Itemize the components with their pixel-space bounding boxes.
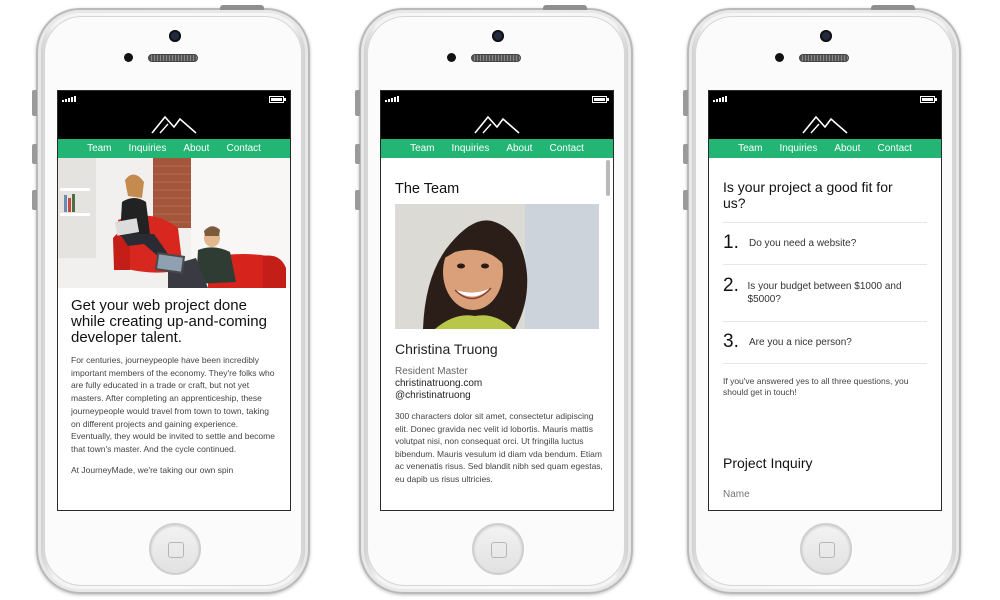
main-nav: Team Inquiries About Contact — [58, 139, 290, 158]
hero-photo — [58, 158, 290, 288]
question-text: Is your budget between $1000 and $5000? — [747, 281, 902, 305]
signal-bars-icon — [385, 96, 399, 102]
power-button — [871, 5, 915, 10]
nav-contact[interactable]: Contact — [877, 143, 911, 154]
home-button[interactable] — [800, 523, 852, 575]
nav-team[interactable]: Team — [410, 143, 434, 154]
nav-inquiries[interactable]: Inquiries — [452, 143, 490, 154]
nav-team[interactable]: Team — [738, 143, 762, 154]
battery-icon — [920, 96, 937, 103]
question-number: 1. — [723, 232, 739, 253]
team-member-website-link[interactable]: christinatruong.com — [395, 378, 613, 389]
proximity-sensor — [124, 53, 133, 62]
team-member-twitter-link[interactable]: @christinatruong — [395, 390, 613, 401]
question-number: 2. — [723, 275, 739, 296]
volume-up-button — [32, 144, 37, 164]
list-item: 2. Is your budget between $1000 and $500… — [723, 265, 927, 322]
mute-switch — [683, 90, 688, 116]
screen-home: Team Inquiries About Contact Get your we… — [57, 90, 291, 511]
question-text: Are you a nice person? — [749, 337, 852, 348]
screen-team: Team Inquiries About Contact The Team Ch… — [380, 90, 614, 511]
nav-inquiries[interactable]: Inquiries — [780, 143, 818, 154]
qualifier-title: Is your project a good fit for us? — [723, 179, 893, 211]
signal-bars-icon — [62, 96, 76, 102]
page-title: The Team — [395, 181, 460, 197]
nav-about[interactable]: About — [183, 143, 209, 154]
question-text: Do you need a website? — [749, 238, 857, 249]
front-camera — [169, 30, 181, 42]
mountain-logo-icon[interactable] — [474, 114, 520, 134]
earpiece-speaker — [471, 54, 521, 62]
signal-bars-icon — [713, 96, 727, 102]
earpiece-speaker — [799, 54, 849, 62]
intro-paragraph-2: At JourneyMade, we're taking our own spi… — [71, 464, 234, 475]
scrollbar[interactable] — [606, 160, 610, 196]
inquiry-form-title: Project Inquiry — [723, 455, 813, 471]
qualifier-note: If you've answered yes to all three ques… — [723, 376, 909, 397]
main-nav: Team Inquiries About Contact — [709, 139, 941, 158]
battery-icon — [269, 96, 286, 103]
list-item: 1. Do you need a website? — [723, 223, 927, 265]
status-bar — [709, 91, 941, 108]
nav-inquiries[interactable]: Inquiries — [129, 143, 167, 154]
home-button[interactable] — [149, 523, 201, 575]
team-member-photo — [395, 204, 599, 329]
site-header — [58, 108, 290, 139]
home-content: Get your web project done while creating… — [58, 158, 290, 510]
nav-contact[interactable]: Contact — [226, 143, 260, 154]
nav-contact[interactable]: Contact — [549, 143, 583, 154]
earpiece-speaker — [148, 54, 198, 62]
phone-inquiries: Team Inquiries About Contact Is your pro… — [683, 5, 961, 594]
nav-team[interactable]: Team — [87, 143, 111, 154]
proximity-sensor — [447, 53, 456, 62]
volume-up-button — [683, 144, 688, 164]
mute-switch — [32, 90, 37, 116]
list-item: 3. Are you a nice person? — [723, 322, 927, 364]
proximity-sensor — [775, 53, 784, 62]
volume-up-button — [355, 144, 360, 164]
team-content: The Team Christina Truong Resident Maste… — [381, 158, 613, 510]
inquiry-content: Is your project a good fit for us? 1. Do… — [709, 158, 941, 510]
battery-icon — [592, 96, 609, 103]
status-bar — [381, 91, 613, 108]
home-button[interactable] — [472, 523, 524, 575]
volume-down-button — [32, 190, 37, 210]
qualifier-list: 1. Do you need a website? 2. Is your bud… — [723, 222, 927, 364]
hero-headline: Get your web project done while creating… — [71, 297, 267, 346]
phone-team: Team Inquiries About Contact The Team Ch… — [355, 5, 633, 594]
nav-about[interactable]: About — [834, 143, 860, 154]
team-member-bio: 300 characters dolor sit amet, consectet… — [395, 411, 603, 484]
nav-about[interactable]: About — [506, 143, 532, 154]
mute-switch — [355, 90, 360, 116]
status-bar — [58, 91, 290, 108]
power-button — [543, 5, 587, 10]
phone-home: Team Inquiries About Contact Get your we… — [32, 5, 310, 594]
mountain-logo-icon[interactable] — [151, 114, 197, 134]
screen-inquiries: Team Inquiries About Contact Is your pro… — [708, 90, 942, 511]
front-camera — [492, 30, 504, 42]
mountain-logo-icon[interactable] — [802, 114, 848, 134]
power-button — [220, 5, 264, 10]
portrait-illustration — [395, 204, 599, 329]
team-member-name: Christina Truong — [395, 341, 498, 357]
question-number: 3. — [723, 331, 739, 352]
front-camera — [820, 30, 832, 42]
site-header — [709, 108, 941, 139]
team-member-role: Resident Master — [395, 366, 468, 377]
name-field[interactable] — [723, 489, 923, 500]
intro-paragraph: For centuries, journeypeople have been i… — [71, 355, 275, 454]
main-nav: Team Inquiries About Contact — [381, 139, 613, 158]
site-header — [381, 108, 613, 139]
volume-down-button — [683, 190, 688, 210]
volume-down-button — [355, 190, 360, 210]
hero-photo-illustration — [58, 158, 290, 288]
